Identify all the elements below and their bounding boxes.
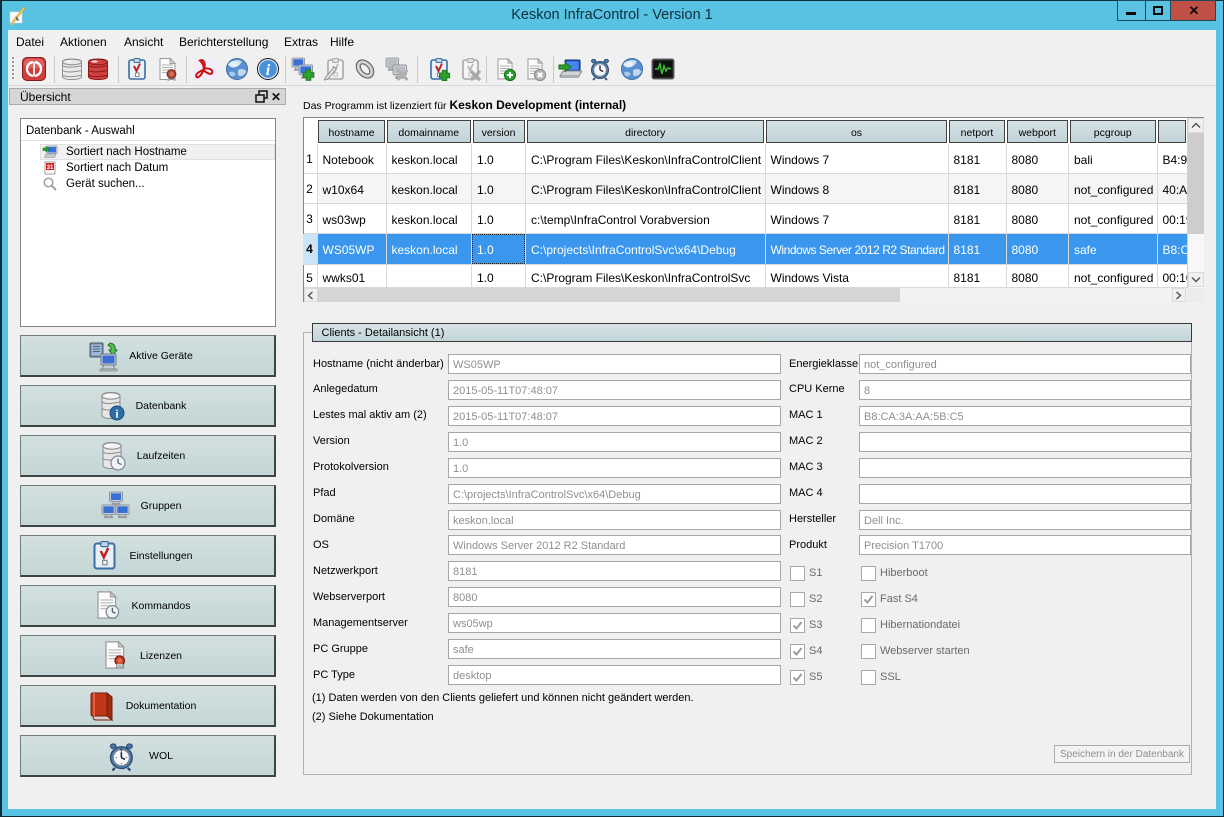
svg-text:i: i — [266, 62, 271, 79]
svg-text:31: 31 — [47, 165, 54, 171]
